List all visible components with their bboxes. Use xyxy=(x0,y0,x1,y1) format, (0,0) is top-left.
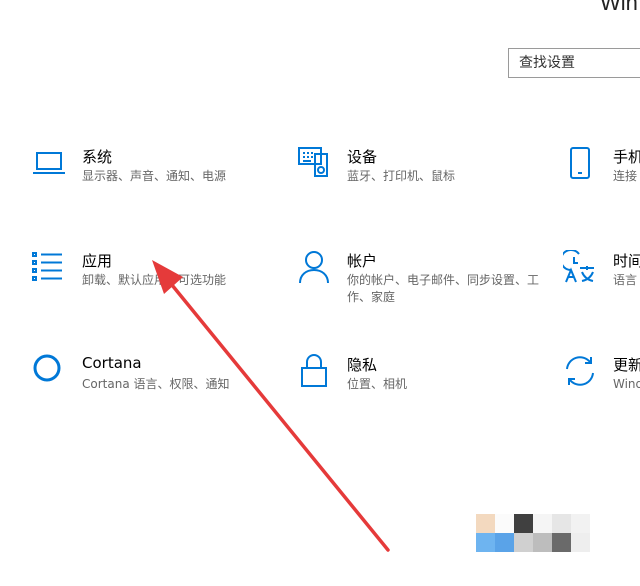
laptop-icon xyxy=(32,146,66,180)
tile-phone[interactable]: 手机 连接 xyxy=(563,146,640,216)
tile-title: Cortana xyxy=(82,354,142,372)
tile-title: 应用 xyxy=(82,252,113,270)
tile-devices[interactable]: 设备 蓝牙、打印机、鼠标 xyxy=(297,146,547,216)
tile-title: 帐户 xyxy=(347,252,378,270)
tile-apps[interactable]: 应用 卸载、默认应用、可选功能 xyxy=(32,250,282,320)
update-sync-icon xyxy=(563,354,597,388)
time-language-icon xyxy=(563,250,597,284)
tile-description: 连接 xyxy=(613,169,638,183)
tile-title: 手机 xyxy=(613,148,640,166)
lock-icon xyxy=(297,354,331,388)
tile-system[interactable]: 系统 显示器、声音、通知、电源 xyxy=(32,146,282,216)
tile-description: 语言 xyxy=(613,273,638,287)
keyboard-device-icon xyxy=(297,146,331,180)
apps-list-icon xyxy=(32,250,66,284)
tile-description: 位置、相机 xyxy=(347,377,408,391)
tile-title: 时间 xyxy=(613,252,640,270)
tile-description: 你的帐户、电子邮件、同步设置、工作、家庭 xyxy=(347,273,540,304)
window-title: Win xyxy=(600,0,638,15)
watermark-mosaic xyxy=(476,514,590,552)
search-input[interactable] xyxy=(509,49,639,77)
tile-description: Windo xyxy=(613,377,640,391)
tile-cortana[interactable]: Cortana Cortana 语言、权限、通知 xyxy=(32,354,282,424)
tile-description: 显示器、声音、通知、电源 xyxy=(82,169,227,183)
tile-title: 系统 xyxy=(82,148,113,166)
tile-time-language[interactable]: 时间 语言 xyxy=(563,250,640,320)
tile-title: 隐私 xyxy=(347,356,378,374)
tile-title: 设备 xyxy=(347,148,378,166)
tile-description: 卸载、默认应用、可选功能 xyxy=(82,273,227,287)
search-box[interactable] xyxy=(508,48,640,78)
tile-accounts[interactable]: 帐户 你的帐户、电子邮件、同步设置、工作、家庭 xyxy=(297,250,547,320)
tile-description: 蓝牙、打印机、鼠标 xyxy=(347,169,456,183)
cortana-circle-icon xyxy=(32,354,66,388)
person-icon xyxy=(297,250,331,284)
phone-icon xyxy=(563,146,597,180)
tile-privacy[interactable]: 隐私 位置、相机 xyxy=(297,354,547,424)
tile-update[interactable]: 更新 Windo xyxy=(563,354,640,424)
tile-description: Cortana 语言、权限、通知 xyxy=(82,377,230,391)
tile-title: 更新 xyxy=(613,356,640,374)
